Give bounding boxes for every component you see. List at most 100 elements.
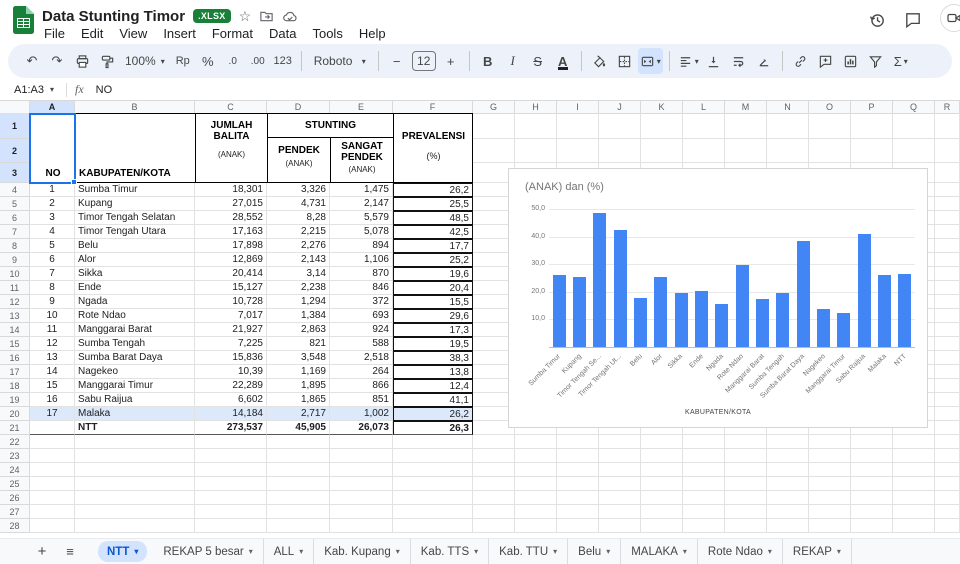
cell-M26[interactable] <box>725 491 767 505</box>
cell-B20[interactable]: Malaka <box>75 407 195 421</box>
cell-R27[interactable] <box>935 505 960 519</box>
row-header-11[interactable]: 11 <box>0 281 30 295</box>
more-formats-button[interactable]: 123 <box>271 48 295 74</box>
menu-file[interactable]: File <box>36 25 73 43</box>
cell-F10[interactable]: 19,6 <box>393 267 473 281</box>
menu-tools[interactable]: Tools <box>304 25 350 43</box>
cell-K24[interactable] <box>641 463 683 477</box>
cell-L23[interactable] <box>683 449 725 463</box>
meet-call-icon[interactable] <box>940 4 960 32</box>
cell-L2[interactable] <box>683 139 725 163</box>
cell-E10[interactable]: 870 <box>330 267 393 281</box>
cell-H2[interactable] <box>515 139 557 163</box>
star-icon[interactable]: ☆ <box>239 8 252 25</box>
cell-F18[interactable]: 12,4 <box>393 379 473 393</box>
cell-R17[interactable] <box>935 365 960 379</box>
cell-Q24[interactable] <box>893 463 935 477</box>
sheet-tab-rote-ndao[interactable]: Rote Ndao ▾ <box>698 538 783 564</box>
cell-C7[interactable]: 17,163 <box>195 225 267 239</box>
cell-H28[interactable] <box>515 519 557 533</box>
cell-F16[interactable]: 38,3 <box>393 351 473 365</box>
cell-M24[interactable] <box>725 463 767 477</box>
cell-E27[interactable] <box>330 505 393 519</box>
cell-C11[interactable]: 15,127 <box>195 281 267 295</box>
cell-P23[interactable] <box>851 449 893 463</box>
cell-H27[interactable] <box>515 505 557 519</box>
cell-B22[interactable] <box>75 435 195 449</box>
cell-L27[interactable] <box>683 505 725 519</box>
cell-E18[interactable]: 866 <box>330 379 393 393</box>
comments-icon[interactable] <box>904 11 922 29</box>
cell-E23[interactable] <box>330 449 393 463</box>
cell-G27[interactable] <box>473 505 515 519</box>
cell-O28[interactable] <box>809 519 851 533</box>
row-header-1[interactable]: 1 <box>0 113 30 139</box>
cell-R20[interactable] <box>935 407 960 421</box>
cell-K23[interactable] <box>641 449 683 463</box>
cell-P22[interactable] <box>851 435 893 449</box>
cell-K27[interactable] <box>641 505 683 519</box>
row-header-17[interactable]: 17 <box>0 365 30 379</box>
font-select[interactable]: Roboto ▾ <box>308 48 372 74</box>
cell-A23[interactable] <box>30 449 75 463</box>
cell-F23[interactable] <box>393 449 473 463</box>
cell-D7[interactable]: 2,215 <box>267 225 330 239</box>
cell-C23[interactable] <box>195 449 267 463</box>
cell-R12[interactable] <box>935 295 960 309</box>
cell-N28[interactable] <box>767 519 809 533</box>
cell-N24[interactable] <box>767 463 809 477</box>
text-color-button[interactable]: A <box>551 48 575 74</box>
cell-J22[interactable] <box>599 435 641 449</box>
row-header-26[interactable]: 26 <box>0 491 30 505</box>
vertical-align-button[interactable] <box>702 48 726 74</box>
cell-D19[interactable]: 1,865 <box>267 393 330 407</box>
cell-R9[interactable] <box>935 253 960 267</box>
cell-D12[interactable]: 1,294 <box>267 295 330 309</box>
cell-F20[interactable]: 26,2 <box>393 407 473 421</box>
version-history-icon[interactable] <box>868 11 886 29</box>
sheet-tab-kab-kupang[interactable]: Kab. Kupang ▾ <box>314 538 411 564</box>
cell-O1[interactable] <box>809 113 851 139</box>
increase-decimal-button[interactable]: .00 <box>246 48 270 74</box>
sheet-tab-belu[interactable]: Belu ▾ <box>568 538 622 564</box>
cell-J24[interactable] <box>599 463 641 477</box>
cell-D25[interactable] <box>267 477 330 491</box>
sheets-logo-icon[interactable] <box>13 6 34 34</box>
cell-R19[interactable] <box>935 393 960 407</box>
formula-input[interactable]: NO <box>96 84 113 96</box>
cell-C14[interactable]: 21,927 <box>195 323 267 337</box>
cell-B26[interactable] <box>75 491 195 505</box>
cell-E9[interactable]: 1,106 <box>330 253 393 267</box>
cell-G1[interactable] <box>473 113 515 139</box>
cell-D6[interactable]: 8,28 <box>267 211 330 225</box>
cell-D26[interactable] <box>267 491 330 505</box>
cell-N25[interactable] <box>767 477 809 491</box>
cell-A14[interactable]: 11 <box>30 323 75 337</box>
move-folder-icon[interactable] <box>259 9 274 24</box>
cell-B9[interactable]: Alor <box>75 253 195 267</box>
cell-E15[interactable]: 588 <box>330 337 393 351</box>
row-header-19[interactable]: 19 <box>0 393 30 407</box>
cell-E19[interactable]: 851 <box>330 393 393 407</box>
cell-H25[interactable] <box>515 477 557 491</box>
zoom-select[interactable]: 100% ▾ <box>120 48 170 74</box>
cell-R7[interactable] <box>935 225 960 239</box>
cell-F25[interactable] <box>393 477 473 491</box>
cell-G26[interactable] <box>473 491 515 505</box>
cell-R10[interactable] <box>935 267 960 281</box>
cell-A13[interactable]: 10 <box>30 309 75 323</box>
cell-M27[interactable] <box>725 505 767 519</box>
cell-I26[interactable] <box>557 491 599 505</box>
cell-C15[interactable]: 7,225 <box>195 337 267 351</box>
cell-I2[interactable] <box>557 139 599 163</box>
cell-A7[interactable]: 4 <box>30 225 75 239</box>
cell-M22[interactable] <box>725 435 767 449</box>
insert-link-button[interactable] <box>789 48 813 74</box>
cell-D14[interactable]: 2,863 <box>267 323 330 337</box>
cell-N27[interactable] <box>767 505 809 519</box>
cell-B4[interactable]: Sumba Timur <box>75 183 195 197</box>
row-header-22[interactable]: 22 <box>0 435 30 449</box>
cell-F17[interactable]: 13,8 <box>393 365 473 379</box>
cell-P27[interactable] <box>851 505 893 519</box>
cell-D10[interactable]: 3,14 <box>267 267 330 281</box>
